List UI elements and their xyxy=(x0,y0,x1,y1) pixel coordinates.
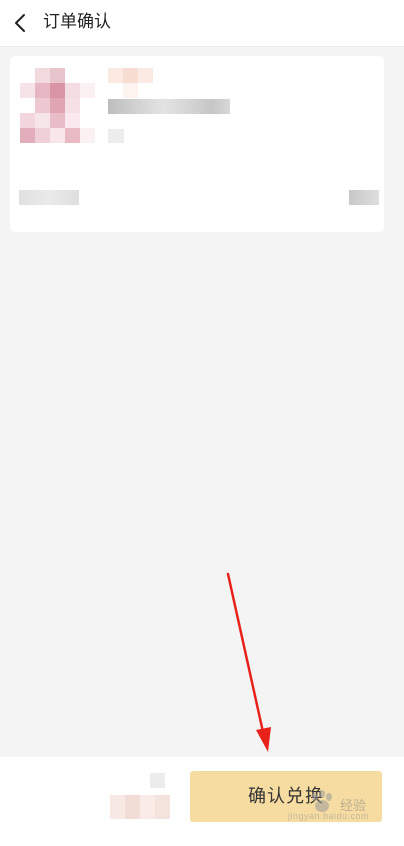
product-desc-blurred xyxy=(108,129,124,143)
watermark-site: jingyan.baidu.com xyxy=(288,811,370,821)
back-button[interactable] xyxy=(6,8,36,38)
product-thumbnail xyxy=(20,68,110,148)
product-name-blurred xyxy=(108,99,230,114)
row-label-blurred xyxy=(19,190,79,205)
row-value-blurred xyxy=(349,190,379,205)
watermark: 经验 jingyan.baidu.com xyxy=(288,789,400,825)
total-price-blurred xyxy=(110,773,180,821)
navigation-bar: 订单确认 xyxy=(0,0,404,47)
order-item-card xyxy=(10,56,384,232)
product-title-mosaic xyxy=(108,68,158,98)
chevron-left-icon xyxy=(15,14,25,32)
page-title: 订单确认 xyxy=(43,12,111,32)
